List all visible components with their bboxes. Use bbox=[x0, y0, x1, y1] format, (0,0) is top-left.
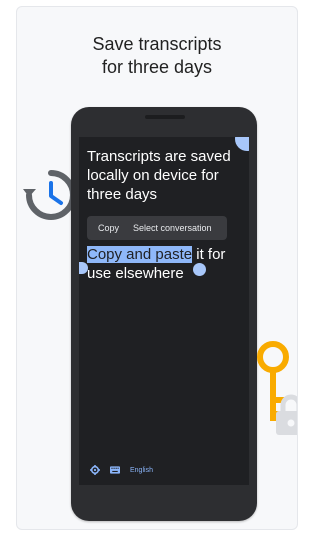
selection-handle-end[interactable] bbox=[193, 263, 206, 276]
select-conversation-menu-item[interactable]: Select conversation bbox=[133, 216, 212, 240]
bottom-bar: English bbox=[79, 455, 249, 485]
phone-mockup: Transcripts are saved locally on device … bbox=[71, 107, 257, 521]
selected-text: Copy and paste bbox=[87, 246, 193, 263]
language-label[interactable]: English bbox=[130, 467, 153, 474]
headline-line-2: for three days bbox=[101, 57, 213, 77]
phone-speaker bbox=[145, 115, 185, 119]
phone-screen: Transcripts are saved locally on device … bbox=[79, 137, 249, 485]
page: Save transcripts for three days Transcri… bbox=[0, 0, 302, 533]
history-clock-icon bbox=[23, 170, 76, 220]
keyboard-icon[interactable] bbox=[110, 465, 120, 475]
lock-icon bbox=[276, 394, 297, 435]
transcript-text: Transcripts are saved locally on device … bbox=[87, 148, 231, 203]
gear-icon[interactable] bbox=[90, 465, 100, 475]
feature-card: Save transcripts for three days Transcri… bbox=[16, 6, 298, 530]
context-menu: Copy Select conversation bbox=[87, 216, 227, 240]
selectable-text[interactable]: Copy and paste it for use elsewhere bbox=[87, 245, 245, 283]
headline: Save transcripts for three days bbox=[17, 33, 297, 79]
headline-line-1: Save transcripts bbox=[92, 34, 222, 54]
copy-menu-item[interactable]: Copy bbox=[98, 216, 119, 240]
